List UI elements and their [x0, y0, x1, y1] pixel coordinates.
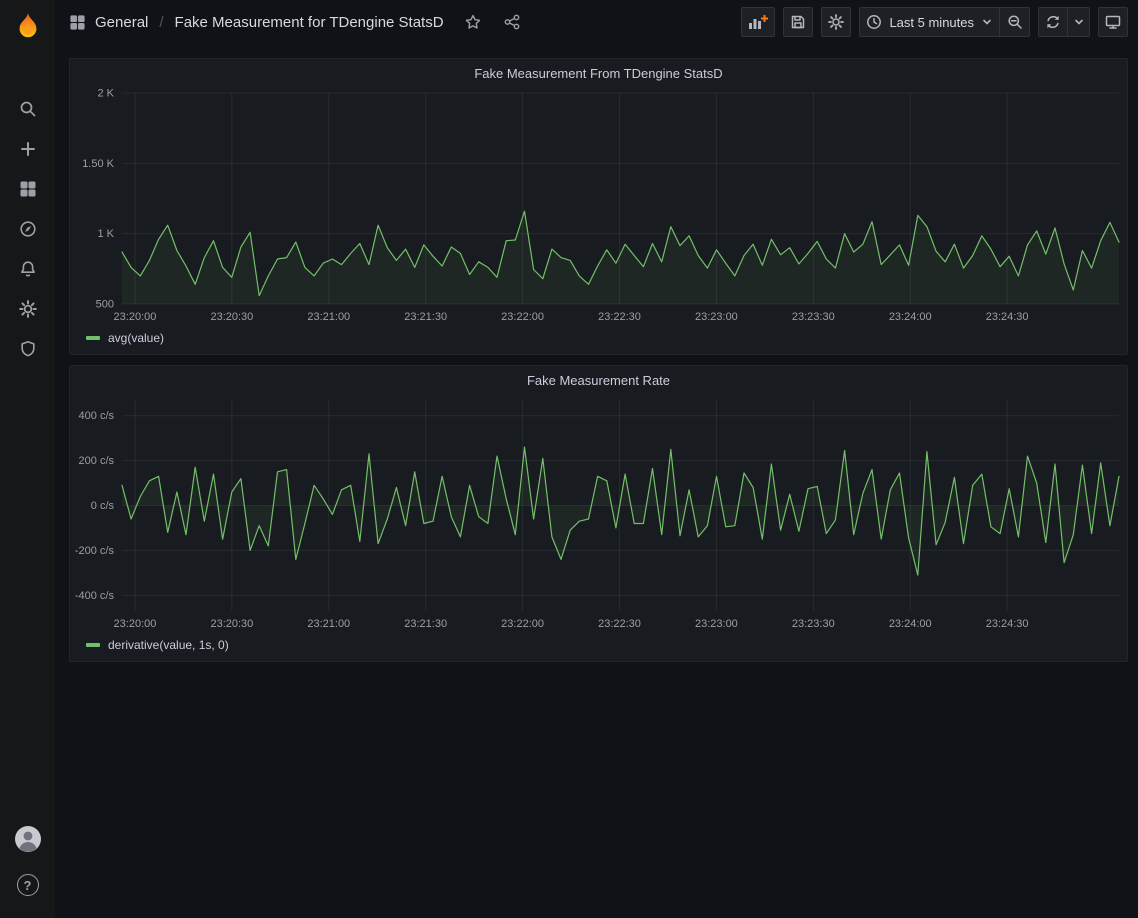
sidebar-item-search[interactable]: [8, 92, 48, 126]
dashboards-grid-icon: [69, 14, 86, 31]
svg-text:23:21:30: 23:21:30: [404, 311, 447, 323]
plus-icon: [19, 140, 37, 158]
svg-text:23:24:00: 23:24:00: [889, 311, 932, 323]
time-range-label: Last 5 minutes: [889, 15, 974, 30]
help-icon: ?: [17, 874, 39, 896]
topbar: General / Fake Measurement for TDengine …: [55, 0, 1138, 44]
clock-icon: [866, 14, 882, 30]
dashboard-settings-button[interactable]: [821, 7, 851, 37]
add-panel-button[interactable]: [741, 7, 775, 37]
sidebar-item-profile[interactable]: [8, 822, 48, 856]
legend: derivative(value, 1s, 0): [70, 635, 1127, 661]
svg-text:23:22:00: 23:22:00: [501, 311, 544, 323]
svg-text:23:21:00: 23:21:00: [307, 618, 350, 630]
chevron-down-icon: [1073, 16, 1085, 28]
sidebar-item-configuration[interactable]: [8, 292, 48, 326]
star-button[interactable]: [463, 12, 483, 32]
sidebar-item-create[interactable]: [8, 132, 48, 166]
svg-text:23:21:30: 23:21:30: [404, 618, 447, 630]
svg-text:23:22:30: 23:22:30: [598, 311, 641, 323]
breadcrumb-folder[interactable]: General: [95, 14, 148, 31]
svg-text:23:23:00: 23:23:00: [695, 618, 738, 630]
save-dashboard-button[interactable]: [783, 7, 813, 37]
sidebar-item-alerting[interactable]: [8, 252, 48, 286]
chart-canvas[interactable]: 2 K 1.50 K 1 K 50023:20:00 23:20:30 23:21:00 2…: [70, 87, 1127, 328]
svg-text:200 c/s: 200 c/s: [79, 455, 115, 467]
svg-text:-200 c/s: -200 c/s: [75, 545, 115, 557]
series-color-swatch: [86, 643, 100, 647]
breadcrumb: General / Fake Measurement for TDengine …: [69, 12, 522, 32]
svg-text:23:23:00: 23:23:00: [695, 311, 738, 323]
time-series-chart[interactable]: 400 c/s 200 c/s 0 c/s -200 c/s -400 c/s 23:20…: [70, 394, 1127, 635]
zoom-out-button[interactable]: [1000, 7, 1030, 37]
share-button[interactable]: [502, 12, 522, 32]
chevron-down-icon: [981, 16, 993, 28]
sidebar-nav: [8, 92, 48, 366]
main-area: General / Fake Measurement for TDengine …: [55, 0, 1138, 918]
svg-text:23:23:30: 23:23:30: [792, 618, 835, 630]
add-panel-icon: [748, 14, 768, 30]
save-icon: [790, 14, 806, 30]
chart-canvas[interactable]: 400 c/s 200 c/s 0 c/s -200 c/s -400 c/s 23:20…: [70, 394, 1127, 635]
svg-text:23:22:30: 23:22:30: [598, 618, 641, 630]
svg-text:23:24:30: 23:24:30: [986, 311, 1029, 323]
star-icon: [465, 14, 481, 30]
toolbar: Last 5 minutes: [741, 7, 1128, 37]
svg-text:1 K: 1 K: [97, 228, 114, 240]
search-icon: [19, 100, 37, 118]
svg-text:23:20:00: 23:20:00: [114, 618, 157, 630]
kiosk-tv-icon: [1105, 14, 1121, 30]
configuration-gear-icon: [19, 300, 37, 318]
alerting-bell-icon: [19, 260, 37, 278]
grafana-logo-icon[interactable]: [10, 8, 46, 44]
svg-text:-400 c/s: -400 c/s: [75, 590, 115, 602]
settings-gear-icon: [828, 14, 844, 30]
svg-text:2 K: 2 K: [97, 88, 114, 100]
panel-fake-measurement: Fake Measurement From TDengine StatsD 2 …: [69, 58, 1128, 355]
svg-text:1.50 K: 1.50 K: [82, 158, 114, 170]
zoom-out-icon: [1007, 14, 1023, 30]
sidebar-item-dashboards[interactable]: [8, 172, 48, 206]
refresh-icon: [1045, 14, 1061, 30]
svg-text:23:24:00: 23:24:00: [889, 618, 932, 630]
explore-compass-icon: [19, 220, 37, 238]
breadcrumb-separator: /: [157, 14, 165, 31]
series-label[interactable]: avg(value): [108, 331, 164, 345]
dashboards-grid-icon: [19, 180, 37, 198]
grafana-app: ? General / Fake Measurement for TDengin…: [0, 0, 1138, 918]
time-range-picker[interactable]: Last 5 minutes: [859, 7, 1000, 37]
svg-text:23:20:30: 23:20:30: [210, 618, 253, 630]
sidebar: ?: [0, 0, 55, 918]
svg-text:23:21:00: 23:21:00: [307, 311, 350, 323]
svg-text:0 c/s: 0 c/s: [91, 500, 115, 512]
panel-title[interactable]: Fake Measurement From TDengine StatsD: [70, 59, 1127, 87]
refresh-interval-dropdown[interactable]: [1068, 7, 1090, 37]
refresh-button[interactable]: [1038, 7, 1068, 37]
panel-fake-measurement-rate: Fake Measurement Rate 400 c/s 200 c/s 0 c/…: [69, 365, 1128, 662]
series-label[interactable]: derivative(value, 1s, 0): [108, 638, 229, 652]
refresh-controls: [1038, 7, 1090, 37]
avatar: [15, 826, 41, 852]
legend: avg(value): [70, 328, 1127, 354]
svg-text:400 c/s: 400 c/s: [79, 410, 115, 422]
kiosk-mode-button[interactable]: [1098, 7, 1128, 37]
svg-text:23:20:00: 23:20:00: [114, 311, 157, 323]
panel-title[interactable]: Fake Measurement Rate: [70, 366, 1127, 394]
time-series-chart[interactable]: 2 K 1.50 K 1 K 50023:20:00 23:20:30 23:21:00 2…: [70, 87, 1127, 328]
sidebar-item-explore[interactable]: [8, 212, 48, 246]
sidebar-item-help[interactable]: ?: [8, 868, 48, 902]
share-icon: [504, 14, 520, 30]
svg-text:23:23:30: 23:23:30: [792, 311, 835, 323]
dashboard-grid: Fake Measurement From TDengine StatsD 2 …: [55, 44, 1138, 918]
sidebar-bottom: ?: [8, 822, 48, 918]
svg-text:500: 500: [96, 299, 114, 311]
server-admin-shield-icon: [19, 340, 37, 358]
series-color-swatch: [86, 336, 100, 340]
time-controls: Last 5 minutes: [859, 7, 1030, 37]
svg-text:23:24:30: 23:24:30: [986, 618, 1029, 630]
dashboard-title[interactable]: Fake Measurement for TDengine StatsD: [175, 14, 444, 31]
svg-text:23:22:00: 23:22:00: [501, 618, 544, 630]
sidebar-item-server-admin[interactable]: [8, 332, 48, 366]
svg-text:23:20:30: 23:20:30: [210, 311, 253, 323]
